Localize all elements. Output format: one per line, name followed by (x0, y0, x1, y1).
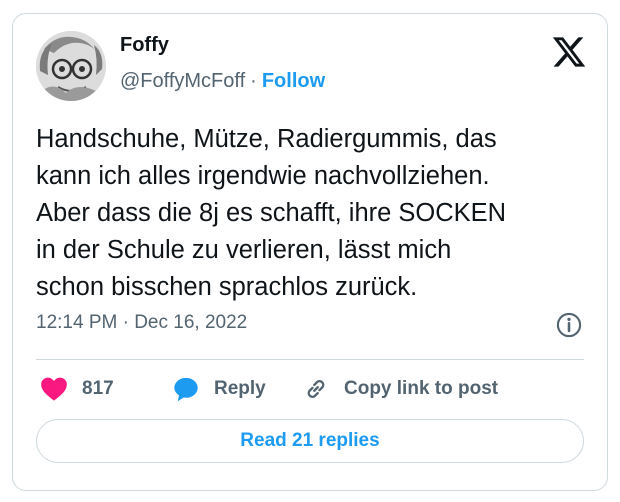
like-button[interactable]: 817 (40, 372, 114, 406)
tweet-embed-card: Foffy @FoffyMcFoff · Follow Handschuhe, Mü… (12, 13, 608, 491)
read-replies-button[interactable]: Read 21 replies (36, 419, 584, 463)
author-handle[interactable]: @FoffyMcFoff (120, 70, 245, 92)
copy-link-label: Copy link to post (344, 378, 499, 399)
tweet-text: Handschuhe, Mütze, Radiergummis, das kan… (36, 125, 507, 301)
heart-icon (41, 377, 67, 401)
separator-dot: · (250, 70, 257, 92)
avatar-image (36, 31, 106, 101)
author-handle-row: @FoffyMcFoff · Follow (120, 70, 325, 93)
reply-button[interactable]: Reply (172, 372, 266, 406)
reply-label: Reply (214, 378, 266, 399)
info-icon[interactable] (555, 311, 583, 339)
x-logo-icon[interactable] (551, 34, 587, 70)
reply-bubble-icon (174, 377, 198, 402)
copy-link-button[interactable]: Copy link to post (302, 372, 498, 406)
link-icon (307, 380, 325, 398)
divider (36, 359, 584, 360)
avatar[interactable] (36, 31, 106, 101)
follow-button[interactable]: Follow (262, 70, 325, 92)
tweet-timestamp[interactable]: 12:14 PM · Dec 16, 2022 (36, 312, 247, 334)
author-name[interactable]: Foffy (120, 34, 169, 57)
read-replies-label: Read 21 replies (240, 430, 380, 451)
action-bar: 817 Reply Copy link to post (36, 372, 596, 406)
like-count: 817 (82, 378, 114, 399)
